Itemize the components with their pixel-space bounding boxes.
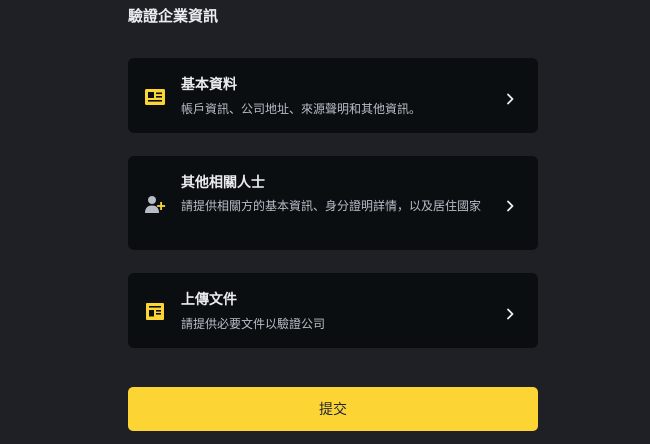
basic-info-description: 帳戶資訊、公司地址、來源聲明和其他資訊。 [181, 102, 422, 116]
page-title: 驗證企業資訊 [128, 7, 219, 25]
related-persons-card[interactable]: 其他相關人士 請提供相關方的基本資訊、身分證明詳情，以及居住國家 [128, 156, 538, 250]
upload-documents-description: 請提供必要文件以驗證公司 [181, 317, 326, 331]
upload-documents-title: 上傳文件 [181, 292, 237, 308]
chevron-right-icon [504, 197, 516, 212]
document-icon [144, 300, 166, 322]
upload-documents-card[interactable]: 上傳文件 請提供必要文件以驗證公司 [128, 273, 538, 348]
basic-info-title: 基本資料 [181, 77, 237, 93]
submit-button[interactable]: 提交 [128, 387, 538, 431]
add-person-icon [144, 194, 166, 216]
related-persons-description: 請提供相關方的基本資訊、身分證明詳情，以及居住國家 [181, 199, 482, 213]
basic-info-card[interactable]: 基本資料 帳戶資訊、公司地址、來源聲明和其他資訊。 [128, 58, 538, 133]
chevron-right-icon [504, 305, 516, 320]
id-card-icon [144, 86, 166, 108]
chevron-right-icon [504, 90, 516, 105]
related-persons-title: 其他相關人士 [181, 175, 265, 191]
